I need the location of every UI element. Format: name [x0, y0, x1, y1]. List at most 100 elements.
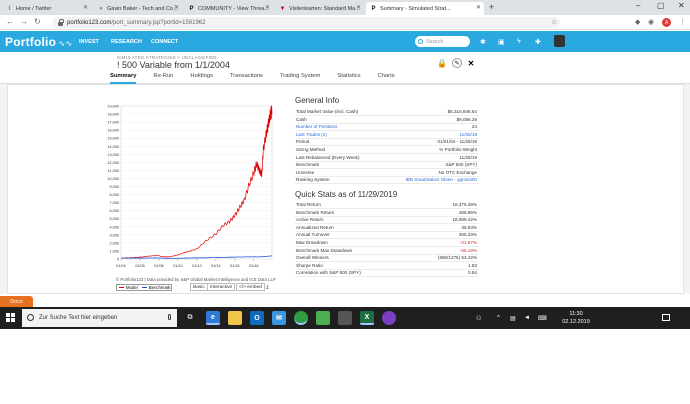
browser-tab[interactable]: t Home / Twitter ✕ [2, 2, 91, 15]
row-value[interactable]: IBD SmartSelect Gleen - gqmix500 [406, 177, 478, 182]
network-icon[interactable]: ▤ [510, 315, 516, 322]
general-info-row: Cash $9,056.26 [295, 117, 479, 124]
quick-stats-row: Total Return 18,376.38% [295, 202, 479, 209]
close-tab-icon[interactable]: ✕ [83, 4, 88, 11]
browser-tab[interactable]: P Summary - Simulated Strat... ✕ [366, 2, 484, 15]
browser-tab-title: COMMUNITY - View Threa... [198, 5, 269, 12]
row-label: Sharpe Ratio [296, 262, 323, 268]
minimize-icon[interactable]: – [636, 1, 640, 10]
portfolio123-logo[interactable]: Portfolio ∿∿ [5, 35, 72, 49]
quick-stats-row: Max Drawdown -21.87% [295, 240, 479, 247]
menu-kebab-icon[interactable]: ⋮ [679, 18, 686, 26]
screen-icon[interactable]: ▣ [498, 38, 505, 46]
close-window-icon[interactable]: ✕ [678, 1, 685, 10]
edit-icon[interactable]: ✎ [452, 58, 462, 68]
bookmark-star-icon[interactable]: ☆ [551, 18, 557, 26]
site-search-input[interactable]: Search [415, 36, 470, 47]
url-host: portfolio123.com [67, 19, 112, 26]
row-label: Benchmark Max Drawdown [296, 247, 353, 253]
tab-summary[interactable]: Summary [110, 73, 137, 84]
app-icon[interactable] [338, 311, 352, 325]
row-value[interactable]: 11/25/19 [459, 132, 477, 137]
tab-re-run[interactable]: Re-Run [153, 73, 173, 84]
y-tick-label: 11,000 [108, 169, 119, 173]
row-label[interactable]: Last Trades (4) [296, 132, 327, 137]
close-tab-icon[interactable]: ✕ [174, 4, 179, 11]
browser-tab[interactable]: ▼ Visitenkarten: Standard Ma... ✕ [275, 2, 364, 15]
lock-icon[interactable]: 🔒 [437, 58, 447, 68]
general-info-row: Universe No OTC Exchange [295, 170, 479, 177]
nav-invest[interactable]: INVEST [79, 39, 99, 45]
new-tab-button[interactable]: + [489, 2, 494, 12]
extension-icon[interactable]: ◉ [648, 18, 654, 26]
mail-icon[interactable]: ✉ [272, 311, 286, 325]
back-icon[interactable]: ← [6, 17, 14, 26]
chrome-icon[interactable] [294, 311, 308, 325]
general-info-row: Benchmark S&P 500 (SPY) [295, 162, 479, 170]
task-view-icon[interactable]: ⧉ [183, 311, 197, 325]
basic-button[interactable]: Basic [190, 283, 208, 291]
close-tab-icon[interactable]: ✕ [356, 4, 361, 11]
taskbar-search-placeholder: Zur Suche Text hier eingeben [39, 315, 118, 321]
taskbar-clock[interactable]: 11:30 02.12.2019 [554, 310, 598, 326]
extension-icon[interactable]: ◆ [635, 18, 640, 26]
close-tab-icon[interactable]: ✕ [476, 4, 481, 11]
legend-benchmark-swatch [141, 287, 147, 288]
app-icon[interactable] [382, 311, 396, 325]
y-tick-label: 19,000 [107, 105, 119, 109]
logo-wave-icon: ∿∿ [56, 39, 73, 48]
notifications-icon[interactable] [662, 314, 670, 321]
interactive-button[interactable]: Interactive [207, 283, 236, 291]
tab-statistics[interactable]: Statistics [337, 73, 360, 84]
keyboard-icon[interactable]: ⌨ [538, 315, 547, 322]
address-bar[interactable]: portfolio123.com/port_summary.jsp?portid… [52, 17, 560, 28]
tab-trading-system[interactable]: Trading System [280, 73, 320, 84]
reload-icon[interactable]: ↻ [34, 17, 41, 26]
pin-icon[interactable]: ✱ [480, 38, 486, 46]
plot-area [120, 105, 273, 260]
row-value: 18,376.38% [452, 202, 477, 207]
close-icon[interactable]: ✕ [466, 58, 476, 68]
tray-chevron-icon[interactable]: ^ [497, 315, 500, 321]
excel-icon[interactable]: X [360, 311, 374, 325]
row-label: Ranking System [296, 177, 330, 183]
y-tick-label: 17,000 [107, 121, 119, 125]
app-icon[interactable] [316, 311, 330, 325]
user-avatar[interactable] [554, 35, 565, 47]
nav-research[interactable]: RESEARCH [111, 39, 142, 45]
lightning-icon[interactable]: ϟ [517, 38, 521, 45]
settings-icon[interactable]: ✚ [535, 38, 541, 46]
performance-chart[interactable]: 0 1,000 2,000 3,000 4,000 5,000 6,000 7,000 8,00… [98, 100, 275, 272]
profile-avatar[interactable]: A [662, 18, 671, 27]
file-explorer-icon[interactable] [228, 311, 242, 325]
taskbar-search-input[interactable]: Zur Suche Text hier eingeben [22, 309, 177, 327]
close-tab-icon[interactable]: ✕ [265, 4, 270, 11]
edge-icon[interactable]: e [206, 311, 220, 325]
y-tick-label: 2,000 [109, 241, 119, 245]
embed-button[interactable]: </> embed [236, 283, 265, 291]
people-icon[interactable]: ⚇ [476, 315, 481, 322]
tab-transactions[interactable]: Transactions [230, 73, 263, 84]
row-label[interactable]: Number of Positions [296, 124, 337, 129]
legend-benchmark[interactable]: Benchmark [149, 285, 171, 290]
legend-model[interactable]: Model [126, 285, 138, 290]
tab-charts[interactable]: Charts [378, 73, 395, 84]
row-label: Universe [296, 169, 315, 175]
download-icon[interactable]: ⤓ [266, 284, 269, 291]
browser-tab[interactable]: ◑ Gavin Baker - Tech and Co... ✕ [93, 2, 182, 15]
y-tick-label: 0 [117, 258, 119, 262]
tab-holdings[interactable]: Holdings [190, 73, 213, 84]
windows-start-icon[interactable] [6, 313, 16, 323]
legend-model-swatch [119, 287, 124, 288]
volume-icon[interactable]: ◄ [524, 315, 530, 321]
maximize-icon[interactable]: ▢ [657, 1, 665, 10]
outlook-icon[interactable]: O [250, 311, 264, 325]
y-tick-label: 3,000 [109, 233, 119, 237]
nav-connect[interactable]: CONNECT [151, 39, 178, 45]
browser-tab[interactable]: P COMMUNITY - View Threa... ✕ [184, 2, 273, 15]
url-path: /port_summary.jsp?portid=1591962 [111, 19, 206, 26]
clock-time: 11:30 [569, 311, 583, 317]
docs-button[interactable]: Docs [0, 296, 33, 307]
microphone-icon[interactable] [168, 314, 171, 320]
forward-icon[interactable]: → [20, 17, 28, 26]
